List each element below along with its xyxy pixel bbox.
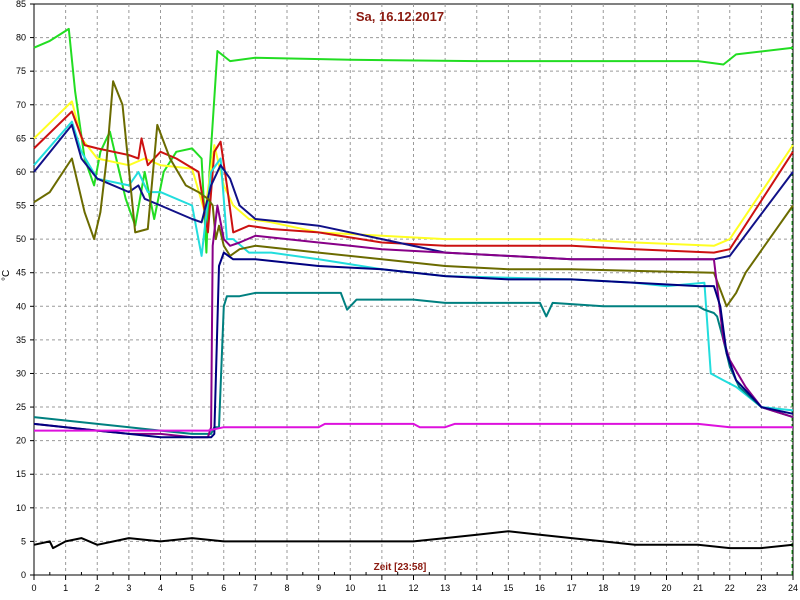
x-tick-label: 12 — [408, 583, 418, 593]
x-tick-label: 0 — [31, 583, 36, 593]
x-tick-label: 11 — [377, 583, 386, 593]
x-tick-label: 7 — [253, 583, 258, 593]
x-tick-label: 2 — [95, 583, 100, 593]
y-tick-label: 70 — [16, 100, 26, 110]
x-tick-label: 16 — [535, 583, 545, 593]
y-tick-label: 15 — [16, 469, 26, 479]
x-tick-label: 22 — [725, 583, 735, 593]
y-axis-label: °C — [1, 270, 12, 281]
y-tick-label: 60 — [16, 167, 26, 177]
y-tick-label: 65 — [16, 133, 26, 143]
y-tick-label: 80 — [16, 33, 26, 43]
x-tick-label: 18 — [598, 583, 608, 593]
chart-title: Sa, 16.12.2017 — [355, 9, 445, 24]
x-tick-label: 4 — [158, 583, 163, 593]
y-tick-label: 50 — [16, 234, 26, 244]
x-tick-label: 17 — [567, 583, 577, 593]
y-tick-label: 10 — [16, 503, 26, 513]
y-tick-label: 85 — [16, 0, 26, 9]
y-tick-label: 55 — [16, 201, 26, 211]
x-tick-label: 14 — [472, 583, 482, 593]
x-tick-label: 20 — [661, 583, 671, 593]
x-tick-label: 5 — [190, 583, 195, 593]
y-tick-label: 5 — [21, 536, 26, 546]
line-chart: 0 1 2 3 4 5 6 7 8 9 10 11 12 13 14 15 16 17 18 19 20 21 22 23 24… — [16, 0, 798, 593]
y-tick-label: 45 — [16, 268, 26, 278]
y-tick-label: 20 — [16, 436, 26, 446]
y-tick-label: 40 — [16, 301, 26, 311]
y-tick-label: 75 — [16, 66, 26, 76]
x-tick-label: 9 — [316, 583, 321, 593]
y-tick-label: 35 — [16, 335, 26, 345]
x-tick-label: 21 — [693, 583, 703, 593]
x-tick-label: 6 — [221, 583, 226, 593]
x-tick-label: 8 — [284, 583, 289, 593]
x-tick-label: 1 — [63, 583, 68, 593]
y-tick-label: 25 — [16, 402, 26, 412]
y-tick-label: 30 — [16, 368, 26, 378]
x-tick-label: 23 — [756, 583, 766, 593]
x-tick-label: 10 — [345, 583, 355, 593]
y-axis-label-text: °C — [1, 269, 12, 281]
x-tick-label: 19 — [630, 583, 640, 593]
x-tick-label: 13 — [440, 583, 450, 593]
x-tick-label: 24 — [788, 583, 798, 593]
x-tick-label: 15 — [503, 583, 513, 593]
x-axis-label: Zeit [23:58] — [373, 562, 427, 573]
x-tick-label: 3 — [126, 583, 131, 593]
